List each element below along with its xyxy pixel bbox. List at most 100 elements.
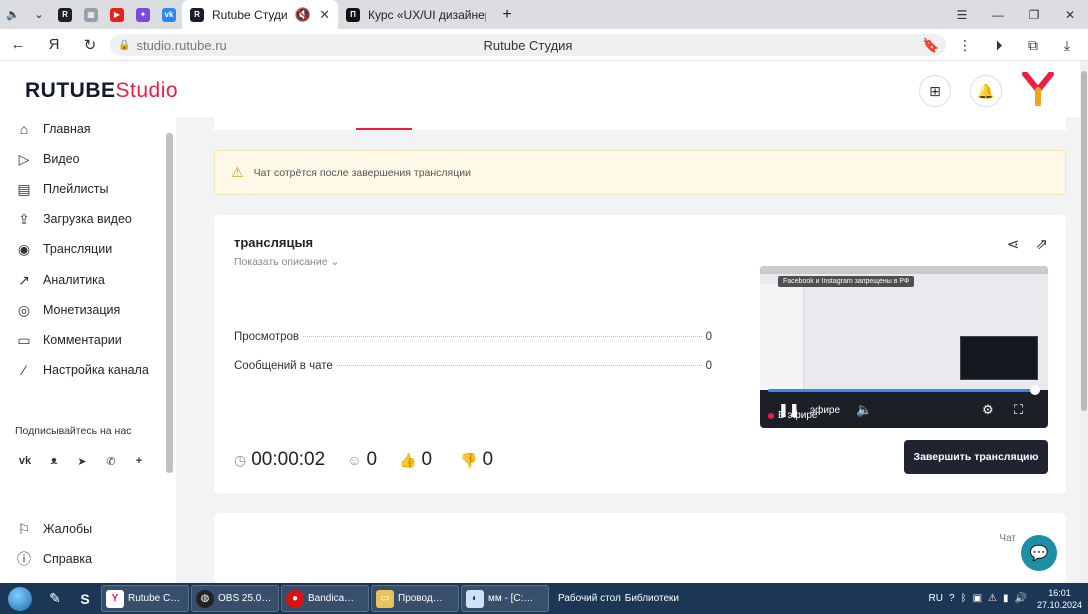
sidebar-item-monetization[interactable]: ◎ Монетизация xyxy=(15,298,120,322)
live-counters: ◷ 00:00:02 ☺ 0 👍 0 👎 0 xyxy=(234,449,493,471)
show-description-toggle[interactable]: Показать описание ⌄ xyxy=(234,256,339,268)
money-icon: ◎ xyxy=(17,301,31,318)
tab-rutube-studio[interactable]: R Rutube Студия 🔇 ✕ xyxy=(182,0,338,29)
address-bar: ← Я ↻ 🔒 studio.rutube.ru Rutube Студия 🔖… xyxy=(0,29,1088,61)
volume-tray-icon[interactable]: 🔊 xyxy=(1015,593,1027,604)
sidebar-item-comments[interactable]: ▭ Комментарии xyxy=(15,328,121,352)
menu-icon[interactable]: ☰ xyxy=(944,8,980,22)
active-tab-indicator xyxy=(356,128,412,130)
share-icon[interactable]: ⋖ xyxy=(1007,235,1020,253)
course-favicon: Π xyxy=(346,7,360,22)
tab-course[interactable]: Π Курс «UX/UI дизайнер и… xyxy=(338,0,494,29)
close-tab-icon[interactable]: ✕ xyxy=(319,7,330,23)
rutube-studio-logo[interactable]: RUTUBEStudio xyxy=(25,79,178,103)
avatar[interactable] xyxy=(1022,72,1054,106)
chat-fab-button[interactable]: 💬 xyxy=(1021,535,1057,571)
media-icon[interactable]: ⏵ xyxy=(982,37,1016,54)
sidebar-item-upload[interactable]: ⇪ Загрузка видео xyxy=(15,207,132,231)
sound-icon[interactable]: 🔈 xyxy=(0,0,26,29)
language-indicator[interactable]: RU xyxy=(929,593,943,604)
more-icon[interactable]: ⋮ xyxy=(948,37,982,54)
extensions-icon[interactable]: ⧉ xyxy=(1016,37,1050,54)
help-tray-icon[interactable]: ? xyxy=(949,593,955,604)
fullscreen-icon[interactable]: ⛶ xyxy=(1014,402,1023,418)
pinned-tab-youtube[interactable]: ▶ xyxy=(104,0,130,29)
tabs-dropdown-icon[interactable]: ⌄ xyxy=(26,0,52,29)
preview-progress-bar[interactable] xyxy=(768,389,1035,392)
subscribe-label: Подписывайтесь на нас xyxy=(15,425,132,437)
preview-banner: Facebook и Instagram запрещены в РФ xyxy=(778,276,915,287)
thumbs-down-icon: 👎 xyxy=(460,451,478,468)
skype-icon[interactable]: S xyxy=(70,583,100,614)
new-tab-icon[interactable]: + xyxy=(494,0,520,29)
taskbar-item-obs[interactable]: ◍ OBS 25.0… xyxy=(191,585,279,612)
close-window-icon[interactable]: ✕ xyxy=(1052,8,1088,22)
taskbar-item-explorer[interactable]: ▭ Провод… xyxy=(371,585,459,612)
pinned-tab-vk[interactable]: vk xyxy=(156,0,182,29)
bookmark-icon[interactable]: 🔖 xyxy=(914,37,948,54)
sidebar-item-complaints[interactable]: ⚐ Жалобы xyxy=(15,517,92,541)
pinned-tab-rutube[interactable]: R xyxy=(52,0,78,29)
taskbar-item-browser[interactable]: Y Rutube С… xyxy=(101,585,189,612)
broadcast-icon: ◉ xyxy=(17,240,31,257)
folder-icon: ▭ xyxy=(376,589,394,608)
more-socials-icon[interactable]: + xyxy=(128,450,150,472)
sidebar-item-video[interactable]: ▷ Видео xyxy=(15,147,80,171)
warning-tray-icon[interactable]: ⚠ xyxy=(988,593,997,604)
sidebar-scrollbar[interactable] xyxy=(164,121,175,581)
taskbar-item-bandicam[interactable]: ● Bandica… xyxy=(281,585,369,612)
taskbar-item-player[interactable]: ◐ мм - [C:… xyxy=(461,585,549,612)
likes-count: 👍 0 xyxy=(399,449,433,470)
warning-banner: ⚠ Чат сотрётся после завершения трансляц… xyxy=(214,150,1066,195)
viber-icon[interactable]: ✆ xyxy=(100,450,122,472)
thumbs-up-icon: 👍 xyxy=(399,451,417,468)
yandex-icon[interactable]: Я xyxy=(36,36,72,53)
url-field[interactable]: 🔒 studio.rutube.ru Rutube Студия xyxy=(110,34,946,56)
network-icon[interactable]: ▮ xyxy=(1003,593,1009,604)
telegram-icon[interactable]: ➤ xyxy=(71,450,93,472)
viewers-count: ☺ 0 xyxy=(347,449,378,470)
bell-icon: 🔔 xyxy=(977,82,995,99)
pinned-tab-disk[interactable]: ▦ xyxy=(78,0,104,29)
sidebar-item-broadcasts[interactable]: ◉ Трансляции xyxy=(15,237,112,261)
vk-icon[interactable]: vk xyxy=(14,450,36,472)
mute-tab-icon[interactable]: 🔇 xyxy=(295,7,311,23)
pinned-tab-app[interactable]: ✦ xyxy=(130,0,156,29)
desktop-toolbar-label[interactable]: Рабочий стол xyxy=(558,593,621,604)
reload-icon[interactable]: ↻ xyxy=(72,36,108,54)
download-icon[interactable]: ⤓ xyxy=(1050,37,1084,54)
sidebar-item-home[interactable]: ⌂ Главная xyxy=(15,117,91,141)
stream-card: трансляцыя Показать описание ⌄ ⋖ ⇗ Просм… xyxy=(214,215,1066,493)
home-icon: ⌂ xyxy=(19,121,29,137)
clock[interactable]: 16:01 27.10.2024 xyxy=(1037,587,1082,611)
stream-preview-player[interactable]: Facebook и Instagram запрещены в РФ ❚❚ э… xyxy=(760,266,1048,428)
sidebar-item-help[interactable]: ⓘ Справка xyxy=(15,547,92,571)
bluetooth-icon[interactable]: ᛒ xyxy=(961,593,967,604)
minimize-icon[interactable]: — xyxy=(980,8,1016,22)
sidebar-item-analytics[interactable]: ↗ Аналитика xyxy=(15,268,105,292)
page-scrollbar[interactable] xyxy=(1080,61,1088,583)
restore-icon[interactable]: ❐ xyxy=(1016,8,1052,22)
warning-icon: ⚠ xyxy=(231,164,244,180)
add-content-button[interactable]: ⊞ xyxy=(919,75,951,107)
libraries-toolbar-label[interactable]: Библиотеки xyxy=(625,593,679,604)
clock-icon: ◷ xyxy=(234,451,247,468)
settings-gear-icon[interactable]: ⚙ xyxy=(982,402,994,418)
open-external-icon[interactable]: ⇗ xyxy=(1035,235,1048,253)
notifications-button[interactable]: 🔔 xyxy=(970,75,1002,107)
sidebar-item-channel-settings[interactable]: ⁄ Настройка канала xyxy=(15,358,149,382)
sidebar-item-playlists[interactable]: ▤ Плейлисты xyxy=(15,177,108,201)
ok-icon[interactable]: ᴥ xyxy=(43,450,65,472)
media-player-icon: ◐ xyxy=(466,589,484,608)
help-icon: ⓘ xyxy=(17,551,31,567)
back-icon[interactable]: ← xyxy=(0,36,36,53)
main-content: ⚠ Чат сотрётся после завершения трансляц… xyxy=(176,117,1080,583)
paint-icon[interactable]: ✎ xyxy=(40,583,70,614)
preview-progress-handle[interactable] xyxy=(1029,385,1040,395)
video-icon: ▷ xyxy=(18,150,30,167)
start-button[interactable] xyxy=(0,583,40,614)
volume-icon[interactable]: 🔈 xyxy=(856,402,872,418)
tray-app-icon[interactable]: ▣ xyxy=(973,593,982,604)
warning-text: Чат сотрётся после завершения трансляции xyxy=(253,166,471,179)
end-broadcast-button[interactable]: Завершить трансляцию xyxy=(904,440,1048,474)
